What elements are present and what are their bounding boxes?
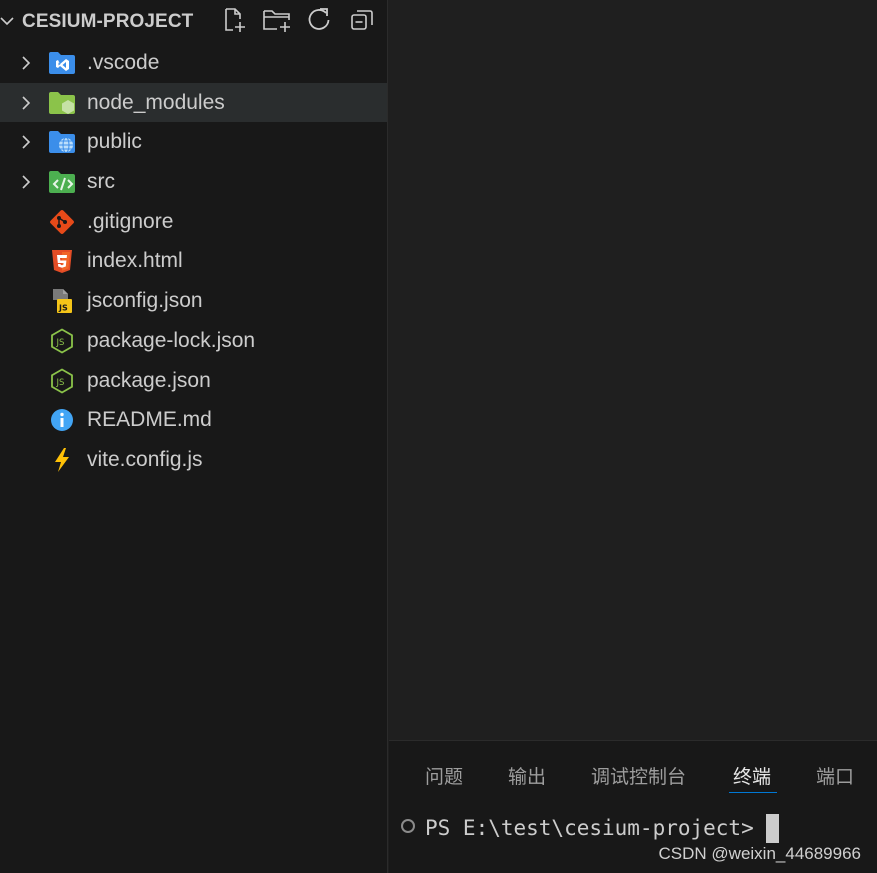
explorer-title: CESIUM-PROJECT bbox=[22, 11, 194, 32]
svg-text:JS: JS bbox=[56, 338, 65, 348]
vite-icon bbox=[48, 447, 76, 473]
collapse-all-button[interactable] bbox=[347, 5, 377, 35]
tree-item-label: jsconfig.json bbox=[87, 289, 203, 313]
circle-icon bbox=[401, 819, 415, 833]
refresh-button[interactable] bbox=[304, 5, 334, 35]
tree-item-jsconfig[interactable]: JS jsconfig.json bbox=[0, 281, 387, 321]
tree-item-label: public bbox=[87, 130, 142, 154]
editor-area bbox=[389, 0, 877, 740]
active-tab-indicator bbox=[729, 792, 777, 793]
tab-problems[interactable]: 问题 bbox=[425, 762, 463, 789]
tree-item-readme[interactable]: README.md bbox=[0, 400, 387, 440]
new-file-button[interactable] bbox=[219, 5, 249, 35]
file-tree: .vscode node_modules public src .gitigno… bbox=[0, 43, 387, 480]
explorer-sidebar: CESIUM-PROJECT .vscode node_modules publ… bbox=[0, 0, 388, 873]
tab-debug-console[interactable]: 调试控制台 bbox=[591, 762, 686, 789]
info-icon bbox=[48, 407, 76, 433]
jsconfig-icon: JS bbox=[48, 288, 76, 314]
tree-item-package-json[interactable]: JS package.json bbox=[0, 361, 387, 401]
chevron-down-icon[interactable] bbox=[0, 13, 16, 29]
tree-item-label: package.json bbox=[87, 368, 211, 392]
chevron-right-icon[interactable] bbox=[18, 55, 34, 71]
collapse-all-icon bbox=[351, 10, 373, 30]
watermark: CSDN @weixin_44689966 bbox=[658, 844, 861, 863]
nodejs-icon: JS bbox=[48, 367, 76, 394]
tab-terminal[interactable]: 终端 bbox=[733, 762, 771, 789]
terminal-cursor bbox=[765, 813, 779, 843]
tree-item-label: src bbox=[87, 170, 115, 194]
vscode-folder-icon bbox=[48, 50, 76, 76]
tree-item-label: README.md bbox=[87, 408, 212, 432]
tree-item-label: package-lock.json bbox=[87, 328, 256, 352]
src-folder-icon bbox=[48, 169, 76, 195]
chevron-right-icon[interactable] bbox=[18, 134, 34, 150]
public-folder-icon bbox=[48, 129, 76, 155]
tree-item-src[interactable]: src bbox=[0, 162, 387, 202]
tree-item-package-lock[interactable]: JS package-lock.json bbox=[0, 321, 387, 361]
terminal-prompt: PS E:\test\cesium-project> bbox=[425, 816, 754, 840]
tree-item-label: vite.config.js bbox=[87, 447, 203, 471]
tree-item-label: .gitignore bbox=[87, 209, 174, 233]
tree-item-label: index.html bbox=[87, 249, 183, 273]
tab-output[interactable]: 输出 bbox=[508, 762, 546, 789]
tab-ports[interactable]: 端口 bbox=[816, 762, 854, 789]
terminal[interactable]: PS E:\test\cesium-project> bbox=[401, 813, 779, 843]
git-icon bbox=[48, 209, 76, 235]
svg-text:JS: JS bbox=[58, 304, 68, 313]
explorer-header[interactable]: CESIUM-PROJECT bbox=[0, 0, 388, 42]
node-folder-icon bbox=[48, 90, 76, 116]
tree-item-gitignore[interactable]: .gitignore bbox=[0, 202, 387, 242]
new-file-icon bbox=[225, 8, 245, 32]
new-folder-icon bbox=[263, 10, 290, 32]
tree-item-public[interactable]: public bbox=[0, 122, 387, 162]
tree-item-label: node_modules bbox=[87, 90, 225, 114]
html5-icon bbox=[48, 248, 76, 274]
chevron-right-icon[interactable] bbox=[18, 174, 34, 190]
svg-text:JS: JS bbox=[56, 378, 65, 388]
tree-item-node-modules[interactable]: node_modules bbox=[0, 82, 387, 123]
refresh-icon bbox=[308, 8, 330, 30]
tree-item-index-html[interactable]: index.html bbox=[0, 241, 387, 281]
tree-item-vscode[interactable]: .vscode bbox=[0, 43, 387, 83]
tree-item-label: .vscode bbox=[87, 51, 160, 74]
new-folder-button[interactable] bbox=[262, 5, 292, 35]
nodejs-icon: JS bbox=[48, 328, 76, 354]
chevron-right-icon[interactable] bbox=[18, 95, 34, 111]
tree-item-vite-config[interactable]: vite.config.js bbox=[0, 440, 387, 480]
